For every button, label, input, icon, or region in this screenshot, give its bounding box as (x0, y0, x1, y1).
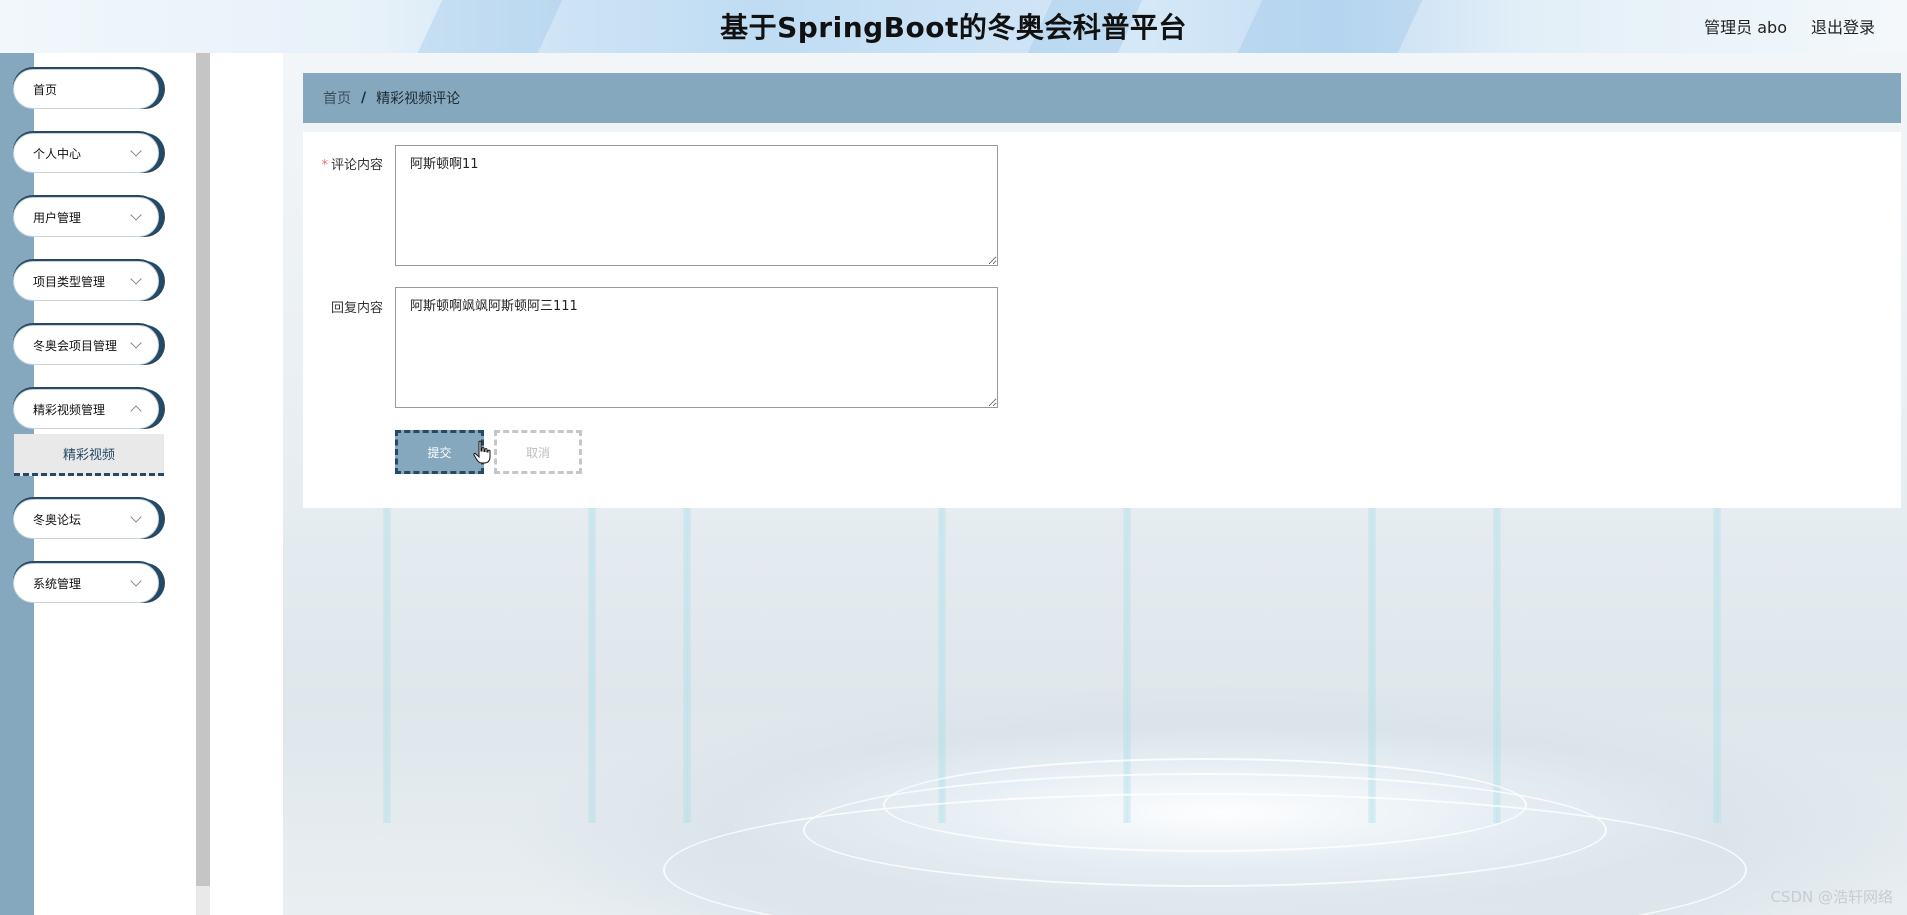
sidebar-item-label: 首页 (33, 82, 58, 97)
current-user: 管理员 abo (1704, 18, 1787, 37)
reply-content-label-text: 回复内容 (330, 301, 383, 316)
sidebar-item-label: 系统管理 (33, 576, 82, 591)
sidebar-item-olympic-project-management[interactable]: 冬奥会项目管理 (13, 325, 159, 365)
chevron-down-icon (130, 145, 142, 157)
background-pillar (1493, 503, 1501, 823)
comment-content-label-text: 评论内容 (330, 158, 383, 173)
breadcrumb-current: 精彩视频评论 (376, 91, 461, 107)
sidebar-item-label: 精彩视频管理 (33, 402, 106, 417)
submit-button[interactable]: 提交 (395, 430, 484, 474)
required-mark: * (321, 158, 328, 173)
breadcrumb-home-link[interactable]: 首页 (323, 88, 351, 108)
sidebar-item-label: 冬奥论坛 (33, 512, 82, 527)
chevron-down-icon (130, 273, 142, 285)
background-pillar (588, 503, 596, 823)
chevron-up-icon (130, 405, 142, 417)
cancel-button[interactable]: 取消 (494, 430, 582, 474)
sidebar-accent-strip (0, 53, 34, 915)
sidebar-scrollbar-thumb[interactable] (196, 53, 210, 886)
chevron-down-icon (130, 511, 142, 523)
sidebar-item-label: 用户管理 (33, 210, 82, 225)
breadcrumb: 首页 / 精彩视频评论 (303, 73, 1901, 123)
comment-content-textarea[interactable] (395, 145, 998, 266)
top-header: 基于SpringBoot的冬奥会科普平台 管理员 abo 退出登录 (0, 0, 1907, 53)
chevron-down-icon (130, 575, 142, 587)
sidebar-item-user-management[interactable]: 用户管理 (13, 197, 159, 237)
sidebar-item-label: 项目类型管理 (33, 274, 106, 289)
content-gutter (210, 53, 283, 915)
breadcrumb-separator: / (361, 90, 367, 106)
sidebar-item-home[interactable]: 首页 (13, 69, 159, 109)
logout-button[interactable]: 退出登录 (1811, 14, 1875, 38)
sidebar-item-video-management[interactable]: 精彩视频管理 (13, 389, 159, 429)
page-title: 基于SpringBoot的冬奥会科普平台 (720, 11, 1187, 44)
background-pillar (683, 503, 691, 823)
sidebar-item-label: 冬奥会项目管理 (33, 338, 118, 353)
sidebar-item-personal-center[interactable]: 个人中心 (13, 133, 159, 173)
background-pillar (1713, 503, 1721, 823)
reply-content-label: 回复内容 (303, 297, 383, 316)
chevron-down-icon (130, 337, 142, 349)
sidebar (34, 53, 196, 915)
background-pillar (383, 503, 391, 823)
sidebar-item-system-management[interactable]: 系统管理 (13, 563, 159, 603)
reply-content-textarea[interactable] (395, 287, 998, 408)
sidebar-subitem-videos[interactable]: 精彩视频 (14, 434, 164, 476)
watermark: CSDN @浩轩网络 (1770, 888, 1893, 906)
background-pillar (938, 503, 946, 823)
sidebar-item-project-type-management[interactable]: 项目类型管理 (13, 261, 159, 301)
comment-content-label: * 评论内容 (303, 154, 383, 173)
chevron-down-icon (130, 209, 142, 221)
sidebar-item-label: 个人中心 (33, 146, 82, 161)
sidebar-item-forum[interactable]: 冬奥论坛 (13, 499, 159, 539)
hand-cursor-icon (473, 440, 491, 464)
